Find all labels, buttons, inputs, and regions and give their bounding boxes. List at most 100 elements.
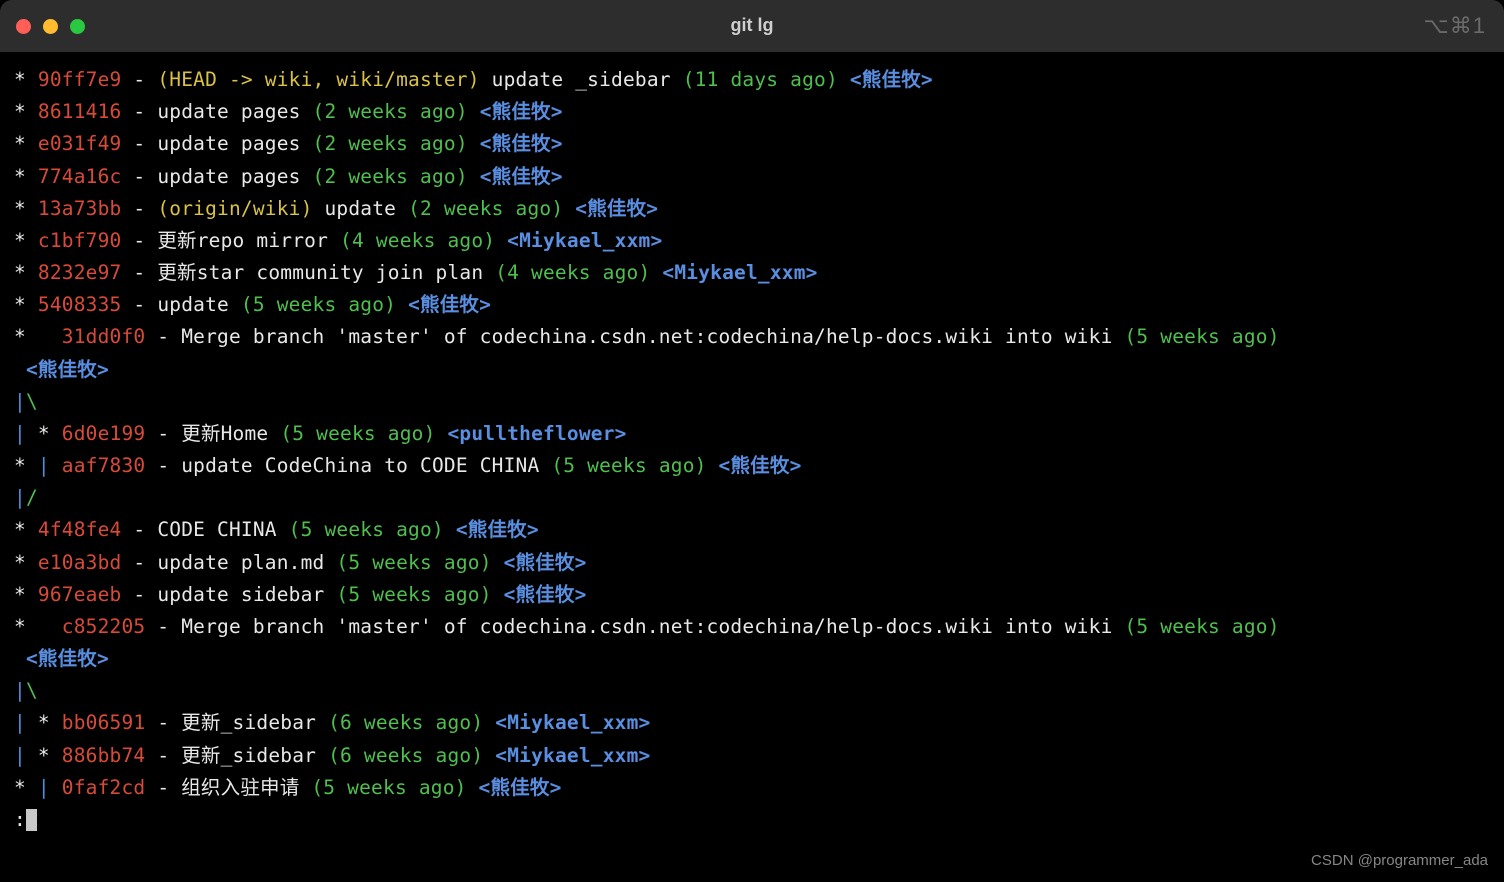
commit-author: <熊佳牧> [468, 100, 563, 123]
graph-char: | [14, 422, 26, 445]
commit-message: 更新_sidebar [181, 744, 328, 767]
commit-hash: c852205 [62, 615, 146, 638]
commit-hash: c1bf790 [38, 229, 122, 252]
minimize-button[interactable] [43, 19, 58, 34]
graph-char: | [38, 776, 50, 799]
commit-author: <pulltheflower> [436, 422, 627, 445]
graph-char: * [14, 132, 38, 155]
log-line: * 90ff7e9 - (HEAD -> wiki, wiki/master) … [14, 64, 1490, 96]
commit-message: update CodeChina to CODE CHINA [181, 454, 551, 477]
graph-char: * [14, 100, 38, 123]
commit-message: update pages [157, 132, 312, 155]
commit-author: <Miykael_xxm> [495, 229, 662, 252]
graph-char: | [14, 486, 26, 509]
log-line-wrap: <熊佳牧> [14, 354, 1490, 386]
graph-char: / [26, 486, 38, 509]
graph-char: * [14, 229, 38, 252]
commit-hash: 0faf2cd [62, 776, 146, 799]
commit-author: <熊佳牧> [492, 583, 587, 606]
commit-author: <熊佳牧> [707, 454, 802, 477]
commit-age: (5 weeks ago) [1124, 615, 1279, 638]
commit-age: (11 days ago) [683, 68, 838, 91]
log-line: | * bb06591 - 更新_sidebar (6 weeks ago) <… [14, 707, 1490, 739]
commit-message: Merge branch 'master' of codechina.csdn.… [181, 615, 1124, 638]
commit-age: (5 weeks ago) [280, 422, 435, 445]
watermark: CSDN @programmer_ada [1311, 849, 1488, 874]
log-line: * 31dd0f0 - Merge branch 'master' of cod… [14, 321, 1490, 353]
log-line: * c852205 - Merge branch 'master' of cod… [14, 611, 1490, 643]
cursor [26, 809, 37, 831]
log-line: | * 886bb74 - 更新_sidebar (6 weeks ago) <… [14, 740, 1490, 772]
log-line: * 4f48fe4 - CODE CHINA (5 weeks ago) <熊佳… [14, 514, 1490, 546]
log-line: * 967eaeb - update sidebar (5 weeks ago)… [14, 579, 1490, 611]
commit-author: <熊佳牧> [14, 358, 109, 381]
commit-author: <熊佳牧> [563, 197, 658, 220]
commit-age: (4 weeks ago) [495, 261, 650, 284]
graph-char: * [14, 583, 38, 606]
commit-hash: e10a3bd [38, 551, 122, 574]
commit-age: (5 weeks ago) [551, 454, 706, 477]
graph-char: | [14, 390, 26, 413]
log-line: * e10a3bd - update plan.md (5 weeks ago)… [14, 547, 1490, 579]
commit-message: update sidebar [157, 583, 336, 606]
commit-message: update [324, 197, 408, 220]
commit-author: <Miykael_xxm> [650, 261, 817, 284]
commit-author: <熊佳牧> [468, 132, 563, 155]
log-line: * | aaf7830 - update CodeChina to CODE C… [14, 450, 1490, 482]
keybind-indicator: ⌥⌘1 [1423, 8, 1486, 44]
terminal-output[interactable]: * 90ff7e9 - (HEAD -> wiki, wiki/master) … [0, 52, 1504, 836]
titlebar: git lg ⌥⌘1 [0, 0, 1504, 52]
graph-char: * [14, 551, 38, 574]
commit-hash: 8611416 [38, 100, 122, 123]
commit-author: <Miykael_xxm> [483, 711, 650, 734]
commit-message: 更新Home [181, 422, 280, 445]
graph-char: * [14, 68, 38, 91]
log-line: | * 6d0e199 - 更新Home (5 weeks ago) <pull… [14, 418, 1490, 450]
log-line: * c1bf790 - 更新repo mirror (4 weeks ago) … [14, 225, 1490, 257]
commit-hash: 13a73bb [38, 197, 122, 220]
log-line: * | 0faf2cd - 组织入驻申请 (5 weeks ago) <熊佳牧> [14, 772, 1490, 804]
commit-author: <熊佳牧> [396, 293, 491, 316]
commit-age: (6 weeks ago) [328, 711, 483, 734]
commit-age: (5 weeks ago) [241, 293, 396, 316]
prompt-char: : [14, 804, 26, 836]
graph-char: | [38, 454, 50, 477]
log-line: |\ [14, 386, 1490, 418]
commit-author: <熊佳牧> [468, 165, 563, 188]
commit-message: update _sidebar [492, 68, 683, 91]
commit-message: 更新star community join plan [157, 261, 495, 284]
commit-age: (2 weeks ago) [313, 165, 468, 188]
graph-char [50, 454, 62, 477]
commit-age: (2 weeks ago) [313, 132, 468, 155]
graph-char: | [14, 679, 26, 702]
graph-char: \ [26, 390, 38, 413]
commit-hash: bb06591 [62, 711, 146, 734]
graph-char: * [14, 325, 62, 348]
commit-message: CODE CHINA [157, 518, 288, 541]
commit-age: (5 weeks ago) [1124, 325, 1279, 348]
graph-char: * [14, 776, 38, 799]
commit-age: (5 weeks ago) [336, 551, 491, 574]
commit-age: (6 weeks ago) [328, 744, 483, 767]
pager-prompt[interactable]: : [14, 804, 1490, 836]
log-line: |\ [14, 675, 1490, 707]
commit-age: (5 weeks ago) [289, 518, 444, 541]
commit-message: 组织入驻申请 [181, 776, 311, 799]
commit-message: update pages [157, 165, 312, 188]
graph-char: * [26, 744, 62, 767]
commit-author: <熊佳牧> [444, 518, 539, 541]
graph-char: * [26, 711, 62, 734]
close-button[interactable] [16, 19, 31, 34]
log-line: * 13a73bb - (origin/wiki) update (2 week… [14, 193, 1490, 225]
graph-char: * [14, 165, 38, 188]
log-line: * 5408335 - update (5 weeks ago) <熊佳牧> [14, 289, 1490, 321]
commit-message: update pages [157, 100, 312, 123]
commit-hash: 886bb74 [62, 744, 146, 767]
log-line-wrap: <熊佳牧> [14, 643, 1490, 675]
commit-age: (5 weeks ago) [311, 776, 466, 799]
commit-age: (4 weeks ago) [340, 229, 495, 252]
graph-char: | [14, 711, 26, 734]
maximize-button[interactable] [70, 19, 85, 34]
graph-char: * [14, 615, 62, 638]
log-line: * e031f49 - update pages (2 weeks ago) <… [14, 128, 1490, 160]
